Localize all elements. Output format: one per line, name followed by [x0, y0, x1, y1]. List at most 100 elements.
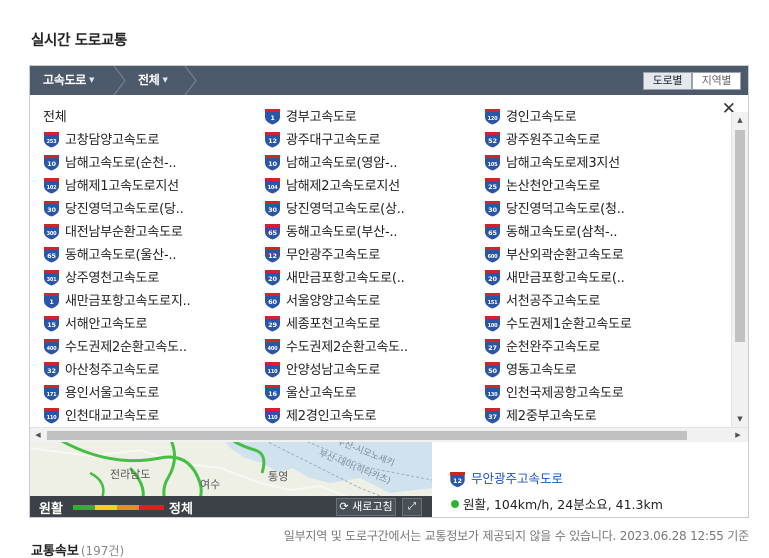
- data-notice: 일부지역 및 도로구간에서는 교통정보가 제공되지 않을 수 있습니다. 202…: [283, 529, 749, 543]
- highway-list-item[interactable]: 400 수도권제2순환고속도..: [264, 337, 408, 359]
- highway-shield-icon: 1: [265, 109, 280, 125]
- highway-shield-icon: 110: [265, 408, 280, 424]
- highway-list-item[interactable]: 29 세종포천고속도로: [264, 314, 380, 336]
- highway-list-item[interactable]: 10 남해고속도로(순천-..: [43, 153, 177, 175]
- highway-list-item[interactable]: 20 새만금포항고속도로(..: [484, 268, 625, 290]
- highway-list-item[interactable]: 600 부산외곽순환고속도로: [484, 245, 624, 267]
- highway-list-item-label: 수도권제2순환고속도..: [286, 340, 408, 355]
- highway-shield-icon: 27: [485, 339, 500, 355]
- highway-list-item-label: 서해안고속도로: [65, 317, 148, 332]
- svg-text:400: 400: [47, 346, 58, 352]
- highway-shield-icon: 130: [485, 385, 500, 401]
- svg-text:20: 20: [488, 275, 497, 283]
- scroll-right-icon[interactable]: ▶: [730, 428, 746, 443]
- traffic-news-title: 교통속보: [31, 544, 79, 558]
- highway-list-item[interactable]: 16 울산고속도로: [264, 383, 357, 405]
- highway-shield-icon: 30: [265, 201, 280, 217]
- highway-list-item[interactable]: 110 안양성남고속도로: [264, 360, 380, 382]
- svg-text:151: 151: [488, 300, 499, 306]
- highway-shield-icon: 110: [44, 408, 59, 424]
- svg-text:65: 65: [488, 229, 497, 237]
- highway-list-item-label: 논산천안고속도로: [506, 179, 601, 194]
- highway-list-item[interactable]: 30 당진영덕고속도로(상..: [264, 199, 405, 221]
- status-dot-icon: [451, 500, 459, 508]
- breadcrumb-road[interactable]: 전체 ▼: [138, 66, 168, 95]
- vertical-scrollbar[interactable]: ▲ ▼: [731, 112, 748, 427]
- highway-list-item[interactable]: 171 용인서울고속도로: [43, 383, 159, 405]
- highway-list-item[interactable]: 27 순천완주고속도로: [484, 337, 600, 359]
- breadcrumb-road-type[interactable]: 고속도로 ▼: [43, 66, 94, 95]
- highway-list-item[interactable]: 110 인천대교고속도로: [43, 406, 159, 427]
- fullscreen-icon: ⤢: [408, 501, 416, 512]
- tab-by-region[interactable]: 지역별: [692, 72, 741, 90]
- highway-shield-icon: 253: [44, 132, 59, 148]
- page-title: 실시간 도로교통: [31, 33, 128, 49]
- horizontal-scroll-thumb[interactable]: [47, 431, 687, 440]
- horizontal-scrollbar[interactable]: ◀ ▶: [30, 427, 748, 442]
- highway-list-item-label: 경인고속도로: [506, 110, 577, 125]
- highway-list-item[interactable]: 110 제2경인고속도로: [264, 406, 377, 427]
- highway-list-item-label: 아산청주고속도로: [65, 363, 160, 378]
- highway-list-item-label: 남해고속도로(순천-..: [65, 156, 177, 171]
- highway-list-item[interactable]: 15 서해안고속도로: [43, 314, 148, 336]
- highway-list-item-label: 인천국제공항고속도로: [506, 386, 624, 401]
- highway-list-item[interactable]: 20 새만금포항고속도로(..: [264, 268, 405, 290]
- scroll-left-icon[interactable]: ◀: [30, 428, 46, 443]
- highway-shield-icon: 32: [44, 362, 59, 378]
- highway-list-item[interactable]: 301 상주영천고속도로: [43, 268, 159, 290]
- highway-shield-icon: 105: [485, 155, 500, 171]
- highway-list-item[interactable]: 300 대전남부순환고속도로: [43, 222, 183, 244]
- highway-list-item[interactable]: 25 논산천안고속도로: [484, 176, 600, 198]
- chevron-down-icon: ▼: [162, 76, 168, 84]
- scroll-down-icon[interactable]: ▼: [732, 411, 748, 427]
- svg-text:16: 16: [268, 390, 277, 398]
- highway-list-item[interactable]: 12 광주대구고속도로: [264, 130, 380, 152]
- highway-list-item[interactable]: 50 영동고속도로: [484, 360, 577, 382]
- highway-list-item[interactable]: 1 새만금포항고속도로지..: [43, 291, 191, 313]
- highway-list-item[interactable]: 130 인천국제공항고속도로: [484, 383, 624, 405]
- highway-list-item[interactable]: 12 무안광주고속도로: [264, 245, 380, 267]
- highway-shield-icon: 102: [44, 178, 59, 194]
- highway-shield-icon: 171: [44, 385, 59, 401]
- highway-shield-icon: 29: [265, 316, 280, 332]
- refresh-button[interactable]: ⟳ 새로고침: [336, 498, 396, 516]
- highway-list-item[interactable]: 32 아산청주고속도로: [43, 360, 159, 382]
- highway-list-item[interactable]: 120 경인고속도로: [484, 107, 577, 129]
- highway-shield-icon: 300: [44, 224, 59, 240]
- highway-list-item[interactable]: 104 남해제2고속도로지선: [264, 176, 400, 198]
- highway-list-item[interactable]: 37 제2중부고속도로: [484, 406, 597, 427]
- highway-list-item-label: 동해고속도로(울산-..: [65, 248, 177, 263]
- highway-list-item[interactable]: 400 수도권제2순환고속도..: [43, 337, 187, 359]
- map-label-jeonnam: 전라남도: [110, 468, 151, 481]
- highway-list-item[interactable]: 60 서울양양고속도로: [264, 291, 380, 313]
- highway-list-item[interactable]: 65 동해고속도로(부산-..: [264, 222, 398, 244]
- scroll-up-icon[interactable]: ▲: [732, 112, 748, 128]
- highway-shield-icon: 12: [265, 247, 280, 263]
- highway-list-item[interactable]: 전체: [43, 107, 67, 129]
- svg-text:30: 30: [47, 206, 56, 214]
- breadcrumb-separator-icon: [113, 66, 126, 95]
- highway-list-item[interactable]: 253 고창담양고속도로: [43, 130, 159, 152]
- highway-list-item[interactable]: 102 남해제1고속도로지선: [43, 176, 179, 198]
- highway-list-item[interactable]: 65 동해고속도로(울산-..: [43, 245, 177, 267]
- highway-list-item-label: 순천완주고속도로: [506, 340, 601, 355]
- highway-list-item[interactable]: 10 남해고속도로(영암-..: [264, 153, 398, 175]
- highway-list-item-label: 서울양양고속도로: [286, 294, 381, 309]
- svg-text:130: 130: [488, 392, 499, 398]
- highway-list-item[interactable]: 30 당진영덕고속도로(청..: [484, 199, 625, 221]
- tab-by-road[interactable]: 도로별: [643, 72, 692, 90]
- highway-list-item[interactable]: 105 남해고속도로제3지선: [484, 153, 620, 175]
- highway-list-item[interactable]: 30 당진영덕고속도로(당..: [43, 199, 184, 221]
- highway-list-item[interactable]: 65 동해고속도로(삼척-..: [484, 222, 618, 244]
- highway-list-item-label: 새만금포항고속도로(..: [286, 271, 405, 286]
- highway-list-item[interactable]: 52 광주원주고속도로: [484, 130, 600, 152]
- route-detail-name[interactable]: 12 무안광주고속도로: [449, 468, 563, 488]
- highway-list-item-label: 경부고속도로: [286, 110, 357, 125]
- highway-list-item[interactable]: 151 서천공주고속도로: [484, 291, 600, 313]
- fullscreen-button[interactable]: ⤢: [402, 498, 422, 516]
- highway-shield-icon: 301: [44, 270, 59, 286]
- highway-list-item[interactable]: 100 수도권제1순환고속도로: [484, 314, 632, 336]
- highway-shield-icon: 16: [265, 385, 280, 401]
- vertical-scroll-thumb[interactable]: [735, 130, 745, 342]
- highway-list-item[interactable]: 1 경부고속도로: [264, 107, 357, 129]
